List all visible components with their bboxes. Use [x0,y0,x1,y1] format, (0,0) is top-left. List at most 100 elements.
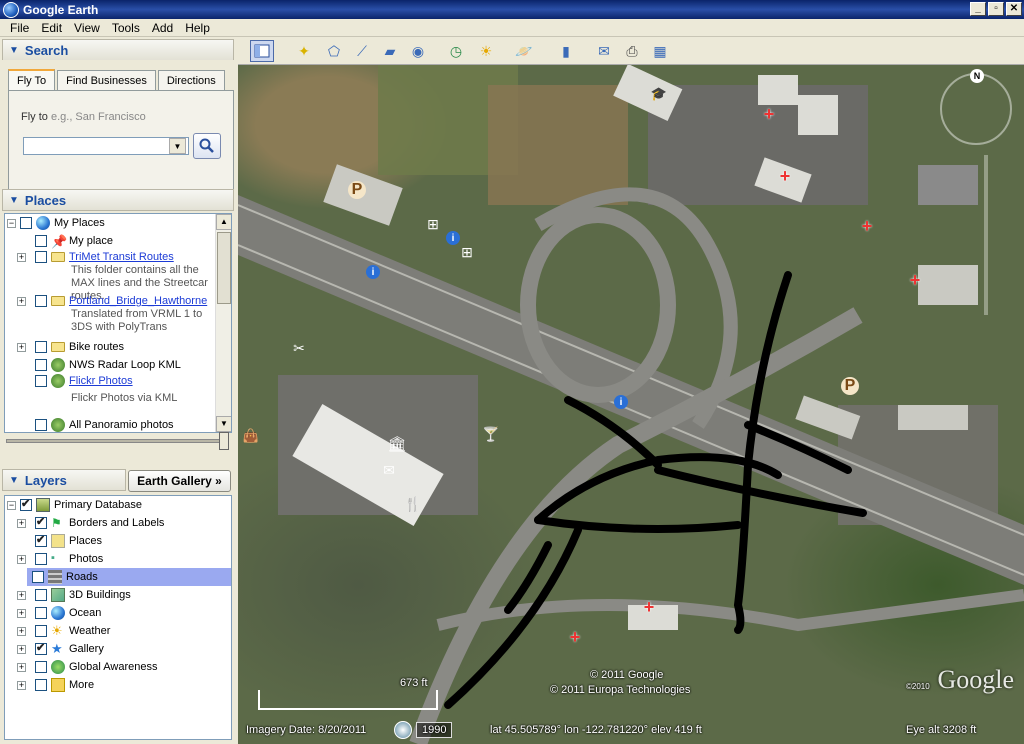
slider-knob[interactable] [219,432,229,450]
checkbox[interactable] [35,295,47,307]
tab-directions[interactable]: Directions [157,70,225,90]
shopping-icon[interactable]: 👜 [242,427,260,445]
sidebar-toggle-button[interactable] [250,40,274,62]
sunlight-button[interactable]: ☀ [474,40,498,62]
tools-icon[interactable]: ✂ [290,339,308,357]
tree-item-flickr[interactable]: Flickr Photos [35,372,133,390]
layer-3d-buildings[interactable]: + 3D Buildings [17,586,131,604]
layer-places[interactable]: + Places [17,532,102,550]
hospital-icon[interactable]: + [760,104,778,124]
checkbox[interactable] [35,607,47,619]
historical-year[interactable]: 1990 [416,722,453,738]
layer-more[interactable]: + More [17,676,94,694]
tree-item-link[interactable]: Portland_Bridge_Hawthorne [69,295,207,307]
hospital-icon[interactable]: + [776,166,794,186]
checkbox[interactable] [35,515,47,529]
checkbox[interactable] [32,571,44,583]
layer-borders[interactable]: + ⚑ Borders and Labels [17,514,164,532]
collapse-icon[interactable]: − [7,500,16,510]
expand-icon[interactable]: + [17,518,26,528]
layer-weather[interactable]: + ☀ Weather [17,622,110,640]
expand-icon[interactable]: + [17,626,26,636]
add-overlay-button[interactable]: ▰ [378,40,402,62]
collapse-icon[interactable]: − [7,218,16,228]
hospital-icon[interactable]: + [640,597,658,617]
checkbox[interactable] [35,625,47,637]
opacity-slider[interactable] [6,432,229,450]
menu-view[interactable]: View [68,21,106,35]
minimize-button[interactable]: _ [970,2,986,16]
scroll-down-arrow-icon[interactable]: ▼ [216,416,231,432]
layer-global-awareness[interactable]: + Global Awareness [17,658,157,676]
tab-fly-to[interactable]: Fly To [8,69,56,90]
info-icon[interactable]: i [614,395,628,409]
scroll-up-arrow-icon[interactable]: ▲ [216,214,231,230]
fly-to-dropdown-arrow-icon[interactable]: ▼ [169,138,186,154]
search-header[interactable]: ▼ Search [2,39,234,61]
expand-icon[interactable]: + [17,662,26,672]
menu-help[interactable]: Help [179,21,216,35]
info-icon[interactable]: i [366,265,380,279]
checkbox[interactable] [20,497,32,511]
layer-roads[interactable]: Roads [27,568,231,586]
places-scrollbar[interactable]: ▲ ▼ [215,214,231,432]
email-button[interactable]: ✉ [592,40,616,62]
zoom-slider[interactable] [984,155,988,315]
tree-item-bike-routes[interactable]: + Bike routes [17,338,124,356]
hospital-icon[interactable]: + [858,216,876,236]
add-placemark-button[interactable]: ✦ [292,40,316,62]
expand-icon[interactable]: + [17,644,26,654]
checkbox[interactable] [35,641,47,655]
earth-gallery-button[interactable]: Earth Gallery » [128,470,231,492]
checkbox[interactable] [35,341,47,353]
menu-add[interactable]: Add [146,21,179,35]
add-path-button[interactable]: ⟋ [350,40,374,62]
hospital-icon[interactable]: + [906,270,924,290]
fly-to-input[interactable] [23,137,189,155]
record-tour-button[interactable]: ◉ [406,40,430,62]
menu-file[interactable]: File [4,21,35,35]
tab-find-businesses[interactable]: Find Businesses [57,70,156,90]
menu-edit[interactable]: Edit [35,21,68,35]
layer-gallery[interactable]: + ★ Gallery [17,640,104,658]
scroll-thumb[interactable] [217,232,231,304]
school-icon[interactable]: 🎓 [650,85,668,103]
checkbox[interactable] [35,235,47,247]
checkbox[interactable] [35,375,47,387]
planets-button[interactable]: 🪐 [512,40,536,62]
close-button[interactable]: ✕ [1006,2,1022,16]
layer-ocean[interactable]: + Ocean [17,604,101,622]
map-view[interactable]: P P + + + + + + i i i ⊞ ⊞ 🎓 🏛 ✉ 🍴 🍸 ✂ 👜 … [238,65,1024,744]
museum-icon[interactable]: 🏛 [387,435,406,453]
add-polygon-button[interactable]: ⬠ [322,40,346,62]
north-indicator[interactable]: N [970,69,984,83]
menu-tools[interactable]: Tools [106,21,146,35]
navigation-compass[interactable]: N [940,69,1012,145]
places-header[interactable]: ▼ Places [2,189,234,211]
checkbox[interactable] [35,589,47,601]
checkbox[interactable] [20,217,32,229]
checkbox[interactable] [35,661,47,673]
ruler-button[interactable]: ▮ [554,40,578,62]
mail-icon[interactable]: ✉ [380,461,398,479]
expand-icon[interactable]: + [17,252,26,262]
print-button[interactable]: ⎙ [620,40,644,62]
tree-item-link[interactable]: TriMet Transit Routes [69,251,174,263]
expand-icon[interactable]: + [17,680,26,690]
restaurant-icon[interactable]: 🍴 [404,495,422,513]
checkbox[interactable] [35,359,47,371]
historical-imagery-button[interactable]: ◷ [444,40,468,62]
search-button[interactable] [193,133,221,159]
layer-photos[interactable]: + ▪ Photos [17,550,103,568]
checkbox[interactable] [35,533,47,547]
layers-header[interactable]: ▼ Layers [2,469,126,491]
checkbox[interactable] [35,679,47,691]
checkbox[interactable] [35,251,47,263]
bar-icon[interactable]: 🍸 [482,425,500,443]
maximize-button[interactable]: ▫ [988,2,1004,16]
expand-icon[interactable]: + [17,296,26,306]
transit-icon[interactable]: ⊞ [424,215,442,233]
historical-clock-icon[interactable] [394,721,412,739]
checkbox[interactable] [35,553,47,565]
expand-icon[interactable]: + [17,608,26,618]
